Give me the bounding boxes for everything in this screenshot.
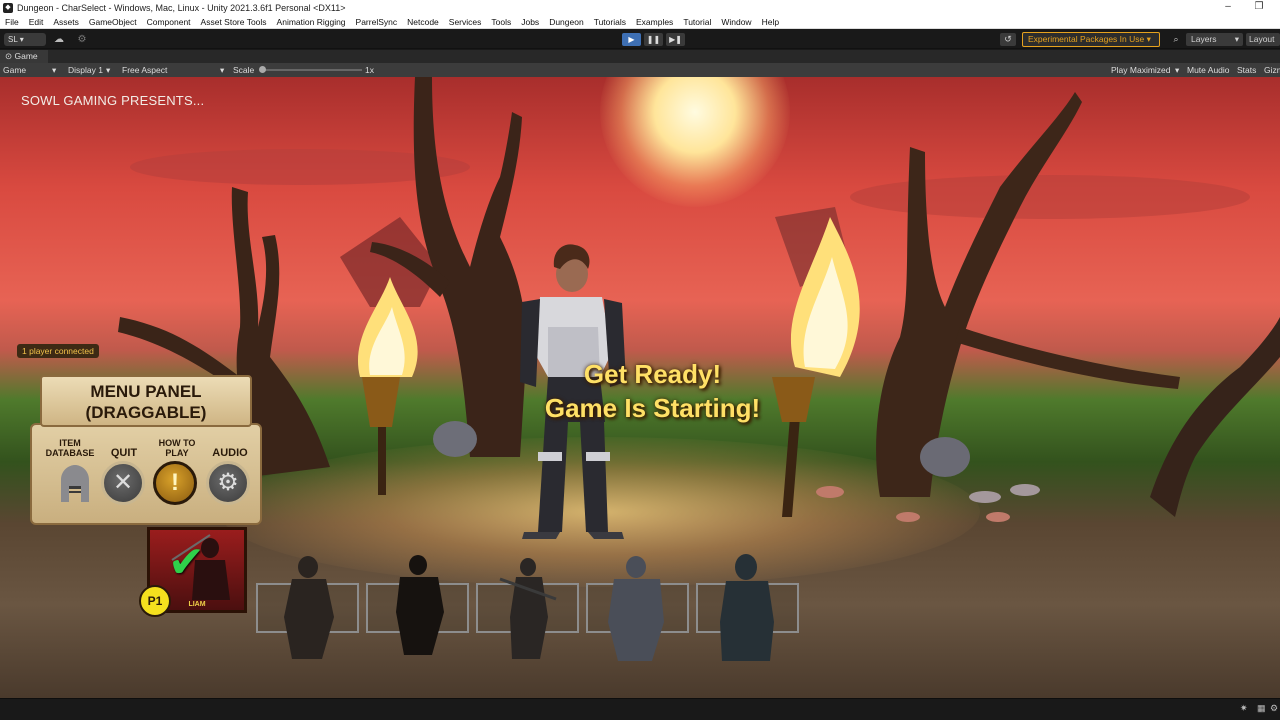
menu-assets[interactable]: Assets (48, 17, 84, 27)
menu-gameobject[interactable]: GameObject (84, 17, 142, 27)
character-roster-silhouettes (284, 554, 774, 661)
step-button[interactable]: ▶❚ (666, 33, 685, 46)
account-dropdown[interactable]: SL ▾ (4, 33, 46, 46)
menu-examples[interactable]: Examples (631, 17, 678, 27)
character-silhouette-5 (608, 556, 664, 661)
menu-services[interactable]: Services (444, 17, 487, 27)
mute-audio-toggle[interactable]: Mute Audio (1187, 63, 1230, 77)
character-silhouette-2 (284, 556, 334, 659)
menu-asset-store-tools[interactable]: Asset Store Tools (196, 17, 272, 27)
chevron-down-icon: ▾ (52, 65, 57, 75)
window-titlebar: ◆ Dungeon - CharSelect - Windows, Mac, L… (0, 0, 1280, 15)
character-silhouette-4 (499, 558, 557, 659)
chevron-down-icon: ▾ (1175, 65, 1180, 75)
status-bar: ✷ ▦ ⚙ (0, 698, 1280, 720)
gizmos-toggle[interactable]: Gizm (1264, 63, 1280, 77)
play-button[interactable]: ▶ (622, 33, 641, 46)
playmode-controls: ▶ ❚❚ ▶❚ (622, 33, 685, 46)
menu-file[interactable]: File (0, 17, 24, 27)
window-title: Dungeon - CharSelect - Windows, Mac, Lin… (17, 2, 346, 13)
menu-help[interactable]: Help (757, 17, 784, 27)
game-viewport[interactable]: SOWL GAMING PRESENTS... 1 player connect… (0, 77, 1280, 698)
pause-button[interactable]: ❚❚ (644, 33, 663, 46)
progress-icon[interactable]: ▦ (1257, 703, 1266, 714)
view-mode-dropdown[interactable]: Game (3, 63, 26, 77)
account-label: SL ▾ (8, 35, 24, 44)
menu-jobs[interactable]: Jobs (516, 17, 544, 27)
layout-dropdown[interactable]: Layout (1246, 33, 1280, 46)
chevron-down-icon: ▾ (106, 65, 111, 75)
layers-label: Layers (1191, 34, 1217, 44)
settings-icon[interactable]: ⚙ (1270, 703, 1278, 714)
character-silhouette-6 (720, 554, 774, 661)
game-view-controls: Game ▾ Display 1 ▾ Free Aspect ▾ Scale 1… (0, 63, 1280, 77)
tab-game[interactable]: ⊙ Game (0, 50, 48, 63)
aspect-dropdown[interactable]: Free Aspect (122, 63, 167, 77)
layers-dropdown[interactable]: Layers ▾ (1186, 33, 1243, 46)
cloud-icon[interactable]: ☁ (50, 33, 68, 46)
character-silhouette-3 (396, 555, 444, 655)
menu-bar: File Edit Assets GameObject Component As… (0, 15, 1280, 29)
scale-label: Scale (233, 65, 255, 75)
bug-icon[interactable]: ✷ (1240, 703, 1248, 714)
menu-dungeon[interactable]: Dungeon (544, 17, 589, 27)
stats-toggle[interactable]: Stats (1237, 63, 1256, 77)
minimize-button[interactable]: – (1213, 0, 1243, 15)
history-icon[interactable]: ↺ (1000, 33, 1016, 46)
collab-icon[interactable]: ⚙ (74, 33, 90, 46)
menu-tutorial[interactable]: Tutorial (678, 17, 716, 27)
scale-value: 1x (365, 65, 374, 75)
unity-logo-icon: ◆ (3, 2, 13, 13)
play-maximized-dropdown[interactable]: Play Maximized (1111, 63, 1171, 77)
menu-component[interactable]: Component (142, 17, 196, 27)
menu-window[interactable]: Window (716, 17, 756, 27)
experimental-packages-dropdown[interactable]: Experimental Packages In Use ▾ (1022, 32, 1160, 47)
menu-animation-rigging[interactable]: Animation Rigging (272, 17, 351, 27)
chevron-down-icon: ▾ (1234, 34, 1239, 44)
maximize-button[interactable]: ❐ (1244, 0, 1274, 15)
tab-row: ⊙ Game (0, 50, 1280, 63)
menu-tutorials[interactable]: Tutorials (589, 17, 631, 27)
display-dropdown[interactable]: Display 1 (68, 63, 103, 77)
search-icon[interactable]: ⌕ (1168, 33, 1184, 46)
menu-netcode[interactable]: Netcode (402, 17, 444, 27)
menu-parrelsync[interactable]: ParrelSync (351, 17, 403, 27)
game-tab-label: Game (14, 51, 38, 61)
chevron-down-icon: ▾ (220, 65, 225, 75)
scale-slider-handle[interactable] (259, 66, 266, 73)
menu-tools[interactable]: Tools (486, 17, 516, 27)
menu-edit[interactable]: Edit (24, 17, 49, 27)
main-toolbar: SL ▾ ☁ ⚙ ▶ ❚❚ ▶❚ ↺ Experimental Packages… (0, 30, 1280, 49)
scale-slider-track[interactable] (262, 69, 362, 71)
